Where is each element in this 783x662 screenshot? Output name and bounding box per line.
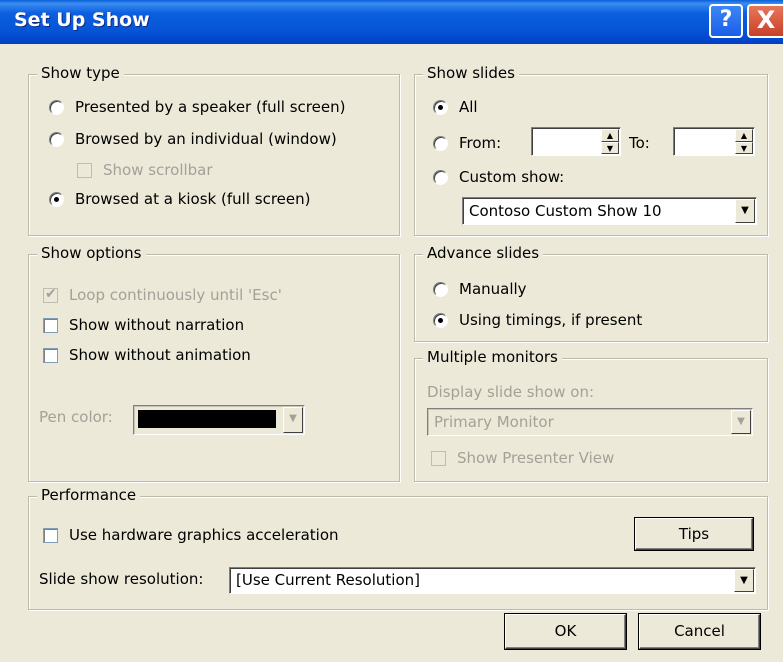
radio-from[interactable]: From: bbox=[433, 134, 501, 152]
radio-browsed-at-kiosk[interactable]: Browsed at a kiosk (full screen) bbox=[49, 190, 310, 208]
show-options-legend: Show options bbox=[37, 244, 146, 262]
chevron-down-icon[interactable]: ▼ bbox=[283, 407, 303, 433]
checkbox-label: Show scrollbar bbox=[103, 161, 213, 179]
radio-custom-show[interactable]: Custom show: bbox=[433, 168, 564, 186]
show-options-group: Show options ✔ Loop continuously until '… bbox=[28, 244, 400, 482]
performance-legend: Performance bbox=[37, 486, 141, 504]
checkbox-show-without-narration[interactable]: Show without narration bbox=[43, 316, 244, 334]
radio-manually[interactable]: Manually bbox=[433, 280, 527, 298]
checkbox-show-scrollbar[interactable]: Show scrollbar bbox=[77, 161, 213, 179]
pen-color-dropdown[interactable]: ▼ bbox=[133, 405, 305, 435]
show-slides-group: Show slides All From: ▲ ▼ To: ▲ ▼ Custom s… bbox=[414, 64, 768, 236]
performance-group: Performance Use hardware graphics accele… bbox=[28, 486, 768, 610]
show-type-group: Show type Presented by a speaker (full s… bbox=[28, 64, 400, 236]
advance-slides-group: Advance slides Manually Using timings, i… bbox=[414, 244, 768, 342]
checkbox[interactable] bbox=[43, 527, 58, 543]
radio-button[interactable] bbox=[49, 131, 64, 147]
custom-show-dropdown[interactable]: Contoso Custom Show 10 ▼ bbox=[462, 197, 757, 225]
display-slide-show-label: Display slide show on: bbox=[427, 383, 594, 401]
radio-label: Custom show: bbox=[459, 168, 565, 186]
check-icon: ✔ bbox=[45, 285, 57, 302]
radio-presented-by-speaker[interactable]: Presented by a speaker (full screen) bbox=[49, 98, 345, 116]
radio-label: All bbox=[459, 98, 478, 116]
resolution-label: Slide show resolution: bbox=[39, 570, 204, 588]
radio-button[interactable] bbox=[433, 312, 448, 328]
chevron-down-icon[interactable]: ▼ bbox=[734, 569, 754, 592]
ok-button[interactable]: OK bbox=[505, 614, 626, 649]
chevron-down-icon[interactable]: ▼ bbox=[731, 410, 751, 434]
spinner-buttons[interactable]: ▲ ▼ bbox=[601, 129, 619, 154]
checkbox-show-without-animation[interactable]: Show without animation bbox=[43, 346, 251, 364]
show-slides-legend: Show slides bbox=[423, 64, 519, 82]
dialog-title: Set Up Show bbox=[14, 9, 150, 31]
cancel-button[interactable]: Cancel bbox=[639, 614, 760, 649]
help-icon[interactable]: ? bbox=[709, 4, 743, 38]
radio-label: Manually bbox=[459, 280, 527, 298]
multiple-monitors-group: Multiple monitors Display slide show on:… bbox=[414, 348, 768, 482]
checkbox-label: Use hardware graphics acceleration bbox=[69, 526, 339, 544]
to-label: To: bbox=[629, 134, 650, 152]
to-spinner-input[interactable]: ▲ ▼ bbox=[673, 127, 755, 156]
checkbox[interactable] bbox=[77, 162, 92, 178]
radio-label: Using timings, if present bbox=[459, 311, 643, 329]
display-monitor-value: Primary Monitor bbox=[434, 413, 554, 431]
radio-button[interactable] bbox=[433, 135, 448, 151]
radio-label: Browsed at a kiosk (full screen) bbox=[75, 190, 311, 208]
from-spinner-input[interactable]: ▲ ▼ bbox=[531, 127, 621, 156]
chevron-down-icon[interactable]: ▼ bbox=[735, 199, 755, 223]
radio-label: From: bbox=[459, 134, 502, 152]
tips-button[interactable]: Tips bbox=[635, 518, 753, 550]
checkbox-show-presenter-view[interactable]: Show Presenter View bbox=[431, 449, 614, 467]
radio-using-timings[interactable]: Using timings, if present bbox=[433, 311, 642, 329]
checkbox-hardware-acceleration[interactable]: Use hardware graphics acceleration bbox=[43, 526, 339, 544]
checkbox-label: Show without animation bbox=[69, 346, 251, 364]
checkbox-label: Loop continuously until 'Esc' bbox=[69, 286, 282, 304]
pen-color-swatch bbox=[138, 410, 276, 428]
radio-button[interactable] bbox=[49, 191, 64, 207]
radio-button[interactable] bbox=[433, 99, 448, 115]
checkbox[interactable]: ✔ bbox=[43, 285, 58, 303]
radio-button[interactable] bbox=[49, 99, 64, 115]
resolution-dropdown[interactable]: [Use Current Resolution] ▼ bbox=[229, 567, 756, 594]
radio-browsed-by-individual[interactable]: Browsed by an individual (window) bbox=[49, 130, 337, 148]
checkbox[interactable] bbox=[431, 450, 446, 466]
spinner-buttons[interactable]: ▲ ▼ bbox=[735, 129, 753, 154]
radio-button[interactable] bbox=[433, 281, 448, 297]
checkbox[interactable] bbox=[43, 317, 58, 333]
show-type-legend: Show type bbox=[37, 64, 124, 82]
checkbox[interactable] bbox=[43, 347, 58, 363]
radio-label: Browsed by an individual (window) bbox=[75, 130, 337, 148]
close-icon[interactable]: X bbox=[747, 4, 783, 38]
checkbox-label: Show Presenter View bbox=[457, 449, 615, 467]
radio-label: Presented by a speaker (full screen) bbox=[75, 98, 346, 116]
radio-button[interactable] bbox=[433, 169, 448, 185]
title-bar[interactable]: Set Up Show ? X bbox=[0, 0, 783, 44]
radio-all[interactable]: All bbox=[433, 98, 478, 116]
multiple-monitors-legend: Multiple monitors bbox=[423, 348, 562, 366]
resolution-value: [Use Current Resolution] bbox=[236, 571, 420, 589]
advance-slides-legend: Advance slides bbox=[423, 244, 544, 262]
display-monitor-dropdown[interactable]: Primary Monitor ▼ bbox=[427, 408, 753, 436]
set-up-show-dialog: Set Up Show ? X Show type Presented by a… bbox=[0, 0, 783, 662]
custom-show-value: Contoso Custom Show 10 bbox=[469, 202, 662, 220]
pen-color-label: Pen color: bbox=[39, 408, 113, 426]
checkbox-label: Show without narration bbox=[69, 316, 245, 334]
checkbox-loop-continuously[interactable]: ✔ Loop continuously until 'Esc' bbox=[43, 286, 282, 304]
